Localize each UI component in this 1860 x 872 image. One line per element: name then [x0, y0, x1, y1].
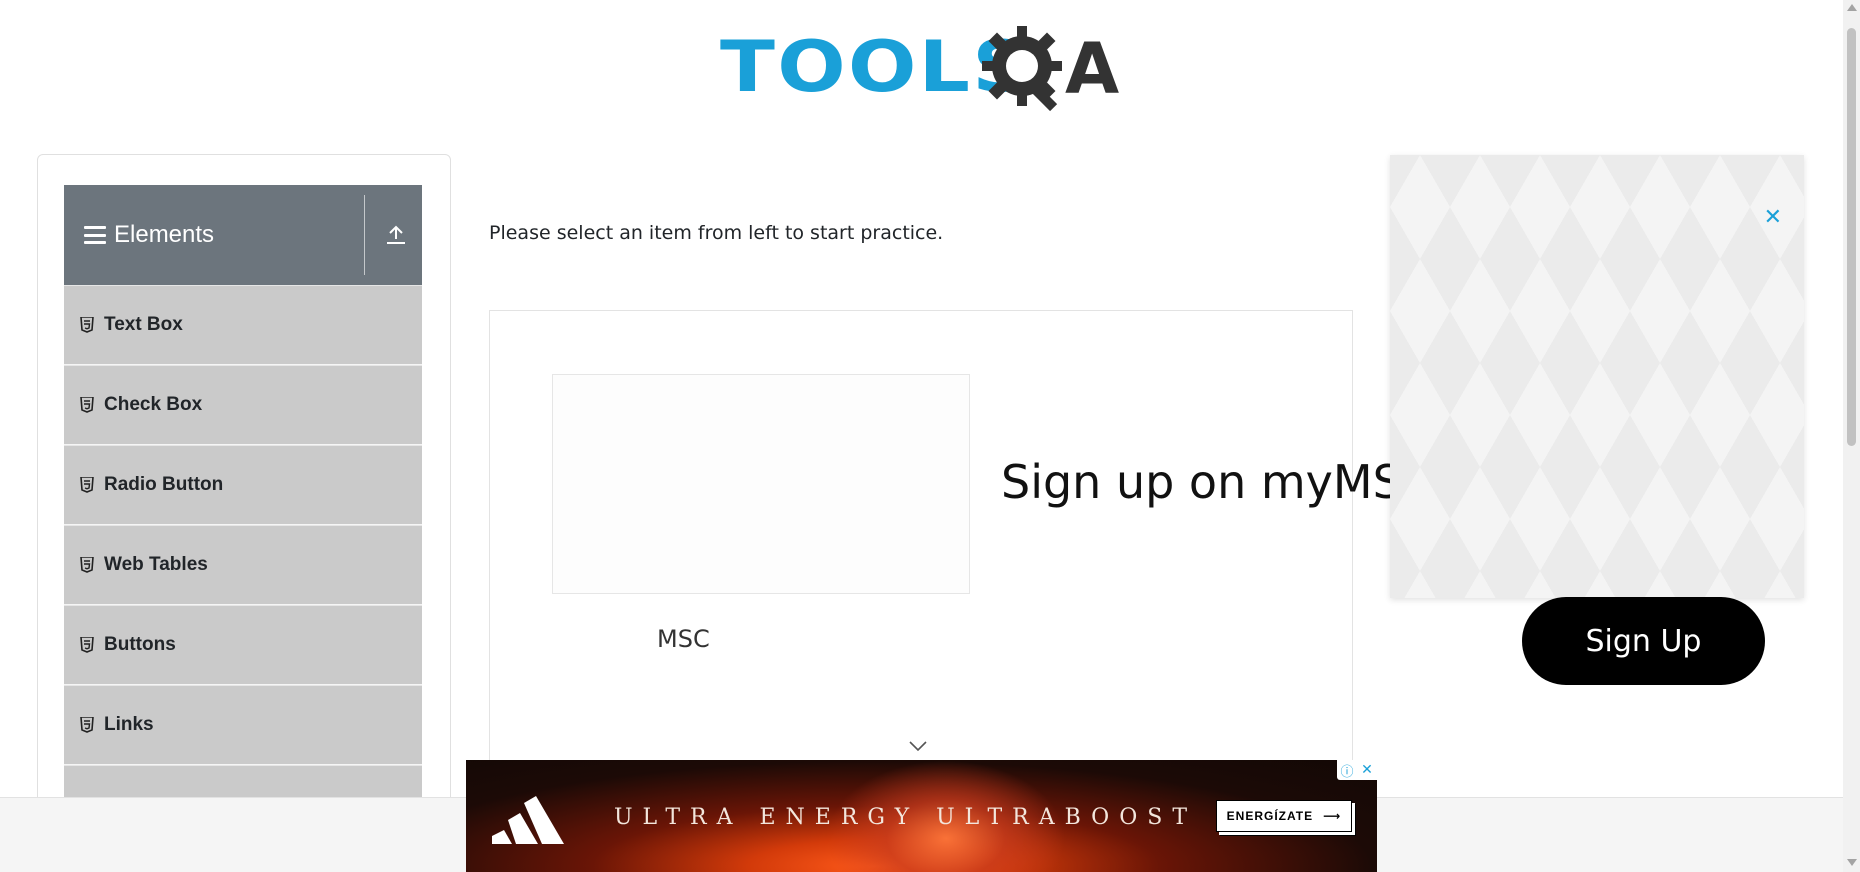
- ad-close-icon[interactable]: ✕: [1357, 760, 1377, 780]
- bottom-banner-ad[interactable]: ULTRA ENERGY ULTRABOOST ENERGÍZATE ⟶ ⓘ ✕: [466, 760, 1377, 872]
- logo-text-a: A: [1065, 28, 1120, 110]
- html5-icon: [80, 717, 94, 733]
- sidebar-item-label: Text Box: [104, 314, 183, 335]
- ad-cta-label: ENERGÍZATE: [1226, 809, 1314, 823]
- vertical-scrollbar[interactable]: [1843, 0, 1860, 872]
- html5-icon: [80, 557, 94, 573]
- ad-slogan: ULTRA ENERGY ULTRABOOST: [614, 805, 1197, 830]
- sidebar-item-links[interactable]: Links: [64, 685, 422, 765]
- sidebar-item-buttons[interactable]: Buttons: [64, 605, 422, 685]
- sidebar-group-title: Elements: [64, 221, 214, 249]
- msc-ad-image[interactable]: [552, 374, 970, 594]
- sidebar-menu-list: Text Box Check Box Radio Button Web Tabl…: [64, 285, 422, 845]
- msc-brand-label[interactable]: MSC: [657, 625, 710, 653]
- html5-icon: [80, 397, 94, 413]
- sign-up-button[interactable]: Sign Up: [1522, 597, 1765, 685]
- sidebar-item-label: Check Box: [104, 394, 203, 415]
- sidebar-item-label: Buttons: [104, 634, 176, 655]
- energizate-button[interactable]: ENERGÍZATE ⟶: [1216, 800, 1352, 832]
- sidebar-group-elements[interactable]: Elements: [64, 185, 422, 285]
- divider: [364, 195, 365, 275]
- arrow-right-icon: ⟶: [1323, 809, 1342, 823]
- sidebar-item-text-box[interactable]: Text Box: [64, 285, 422, 365]
- chevron-down-icon[interactable]: [908, 740, 928, 752]
- sidebar-item-label: Radio Button: [104, 474, 224, 495]
- scroll-down-arrow-icon[interactable]: [1847, 859, 1857, 866]
- popup-ad: ✕: [1390, 155, 1804, 598]
- toolsqa-logo[interactable]: TOOLS A: [720, 18, 1125, 116]
- sidebar-item-label: Web Tables: [104, 554, 208, 575]
- sidebar-item-radio-button[interactable]: Radio Button: [64, 445, 422, 525]
- sidebar-item-check-box[interactable]: Check Box: [64, 365, 422, 445]
- html5-icon: [80, 317, 94, 333]
- adidas-logo-icon: [492, 796, 564, 844]
- sidebar-group-label: Elements: [114, 221, 215, 248]
- ad-info-icon[interactable]: ⓘ: [1337, 760, 1357, 780]
- hamburger-icon: [84, 226, 106, 244]
- sidebar-item-label: Links: [104, 714, 154, 735]
- practice-prompt: Please select an item from left to start…: [489, 222, 944, 244]
- html5-icon: [80, 477, 94, 493]
- scrollbar-thumb[interactable]: [1847, 28, 1856, 446]
- msc-ad-heading[interactable]: Sign up on myMSC: [1001, 455, 1434, 509]
- upload-arrow-icon[interactable]: [376, 215, 416, 255]
- sidebar-panel: Elements Text Box Check Box Radio Button…: [37, 154, 451, 872]
- html5-icon: [80, 637, 94, 653]
- close-icon[interactable]: ✕: [1764, 205, 1782, 230]
- sidebar-item-web-tables[interactable]: Web Tables: [64, 525, 422, 605]
- scroll-up-arrow-icon[interactable]: [1847, 4, 1857, 11]
